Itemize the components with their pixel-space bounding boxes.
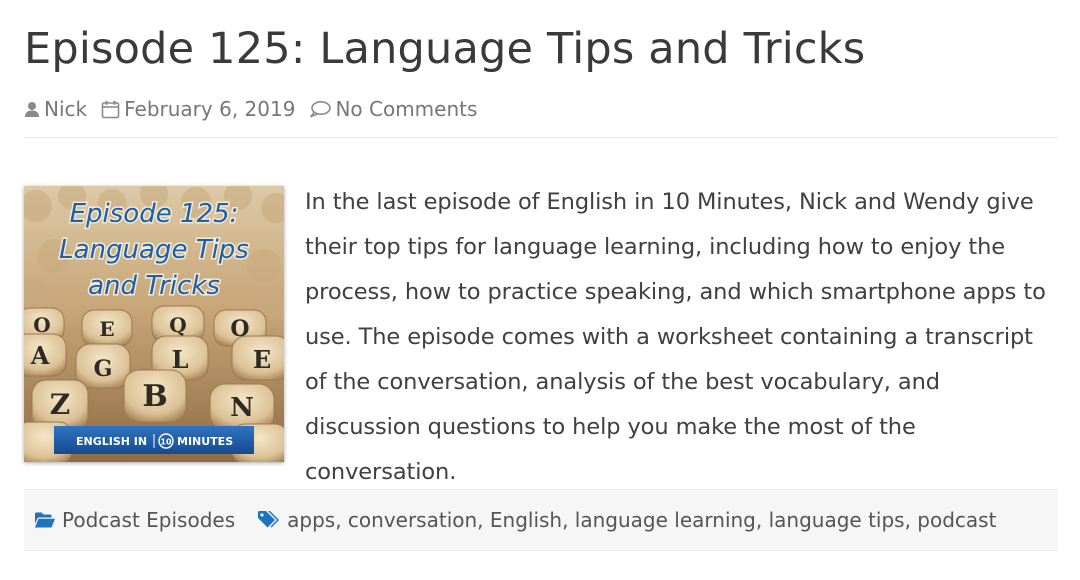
- tile-letter: E: [253, 345, 271, 374]
- tile-letter: E: [99, 317, 114, 341]
- post-title[interactable]: Episode 125: Language Tips and Tricks: [24, 24, 865, 74]
- tile-letter: L: [172, 345, 189, 374]
- divider: [24, 137, 1058, 138]
- post-meta: Nick February 6, 2019 No Comments: [24, 96, 491, 122]
- tags-icon: [257, 510, 281, 530]
- thumbnail-title-line: Episode 125:: [70, 199, 239, 229]
- tile-letter: B: [142, 379, 167, 414]
- post-article: Episode 125: Language Tips and Tricks Ni…: [0, 0, 1080, 580]
- tile-letter: O: [33, 313, 50, 337]
- episode-thumbnail[interactable]: O E Q O A G L E Z B N Episode 125: Langu…: [13, 180, 292, 465]
- meta-author: Nick: [24, 97, 87, 121]
- tile-letter: Z: [50, 388, 70, 421]
- tile-letter: A: [30, 341, 50, 370]
- post-excerpt: In the last episode of English in 10 Min…: [305, 189, 1046, 485]
- date-link[interactable]: February 6, 2019: [124, 97, 295, 121]
- post-tags: apps, conversation, English, language le…: [257, 508, 996, 532]
- user-icon: [24, 101, 40, 118]
- brand-right: MINUTES: [177, 435, 233, 448]
- thumbnail-title-line: and Tricks: [88, 271, 220, 301]
- post-category: Podcast Episodes: [34, 508, 235, 532]
- brand-left: ENGLISH IN: [76, 435, 147, 448]
- comment-icon: [309, 100, 332, 118]
- category-link[interactable]: Podcast Episodes: [62, 508, 235, 532]
- comments-link[interactable]: No Comments: [335, 97, 477, 121]
- tile-letter: O: [230, 316, 249, 342]
- calendar-icon: [101, 100, 120, 119]
- tags-links[interactable]: apps, conversation, English, language le…: [287, 508, 996, 532]
- tile-letter: N: [230, 393, 254, 423]
- post-footer: Podcast Episodes apps, conversation, Eng…: [24, 489, 1058, 551]
- author-link[interactable]: Nick: [44, 97, 87, 121]
- folder-open-icon: [34, 511, 56, 529]
- meta-date: February 6, 2019: [101, 97, 295, 121]
- meta-comments: No Comments: [309, 97, 477, 121]
- thumbnail-title-line: Language Tips: [59, 235, 249, 265]
- tile-letter: Q: [169, 313, 186, 337]
- tile-letter: G: [94, 356, 113, 382]
- brand-number: 10: [160, 438, 172, 447]
